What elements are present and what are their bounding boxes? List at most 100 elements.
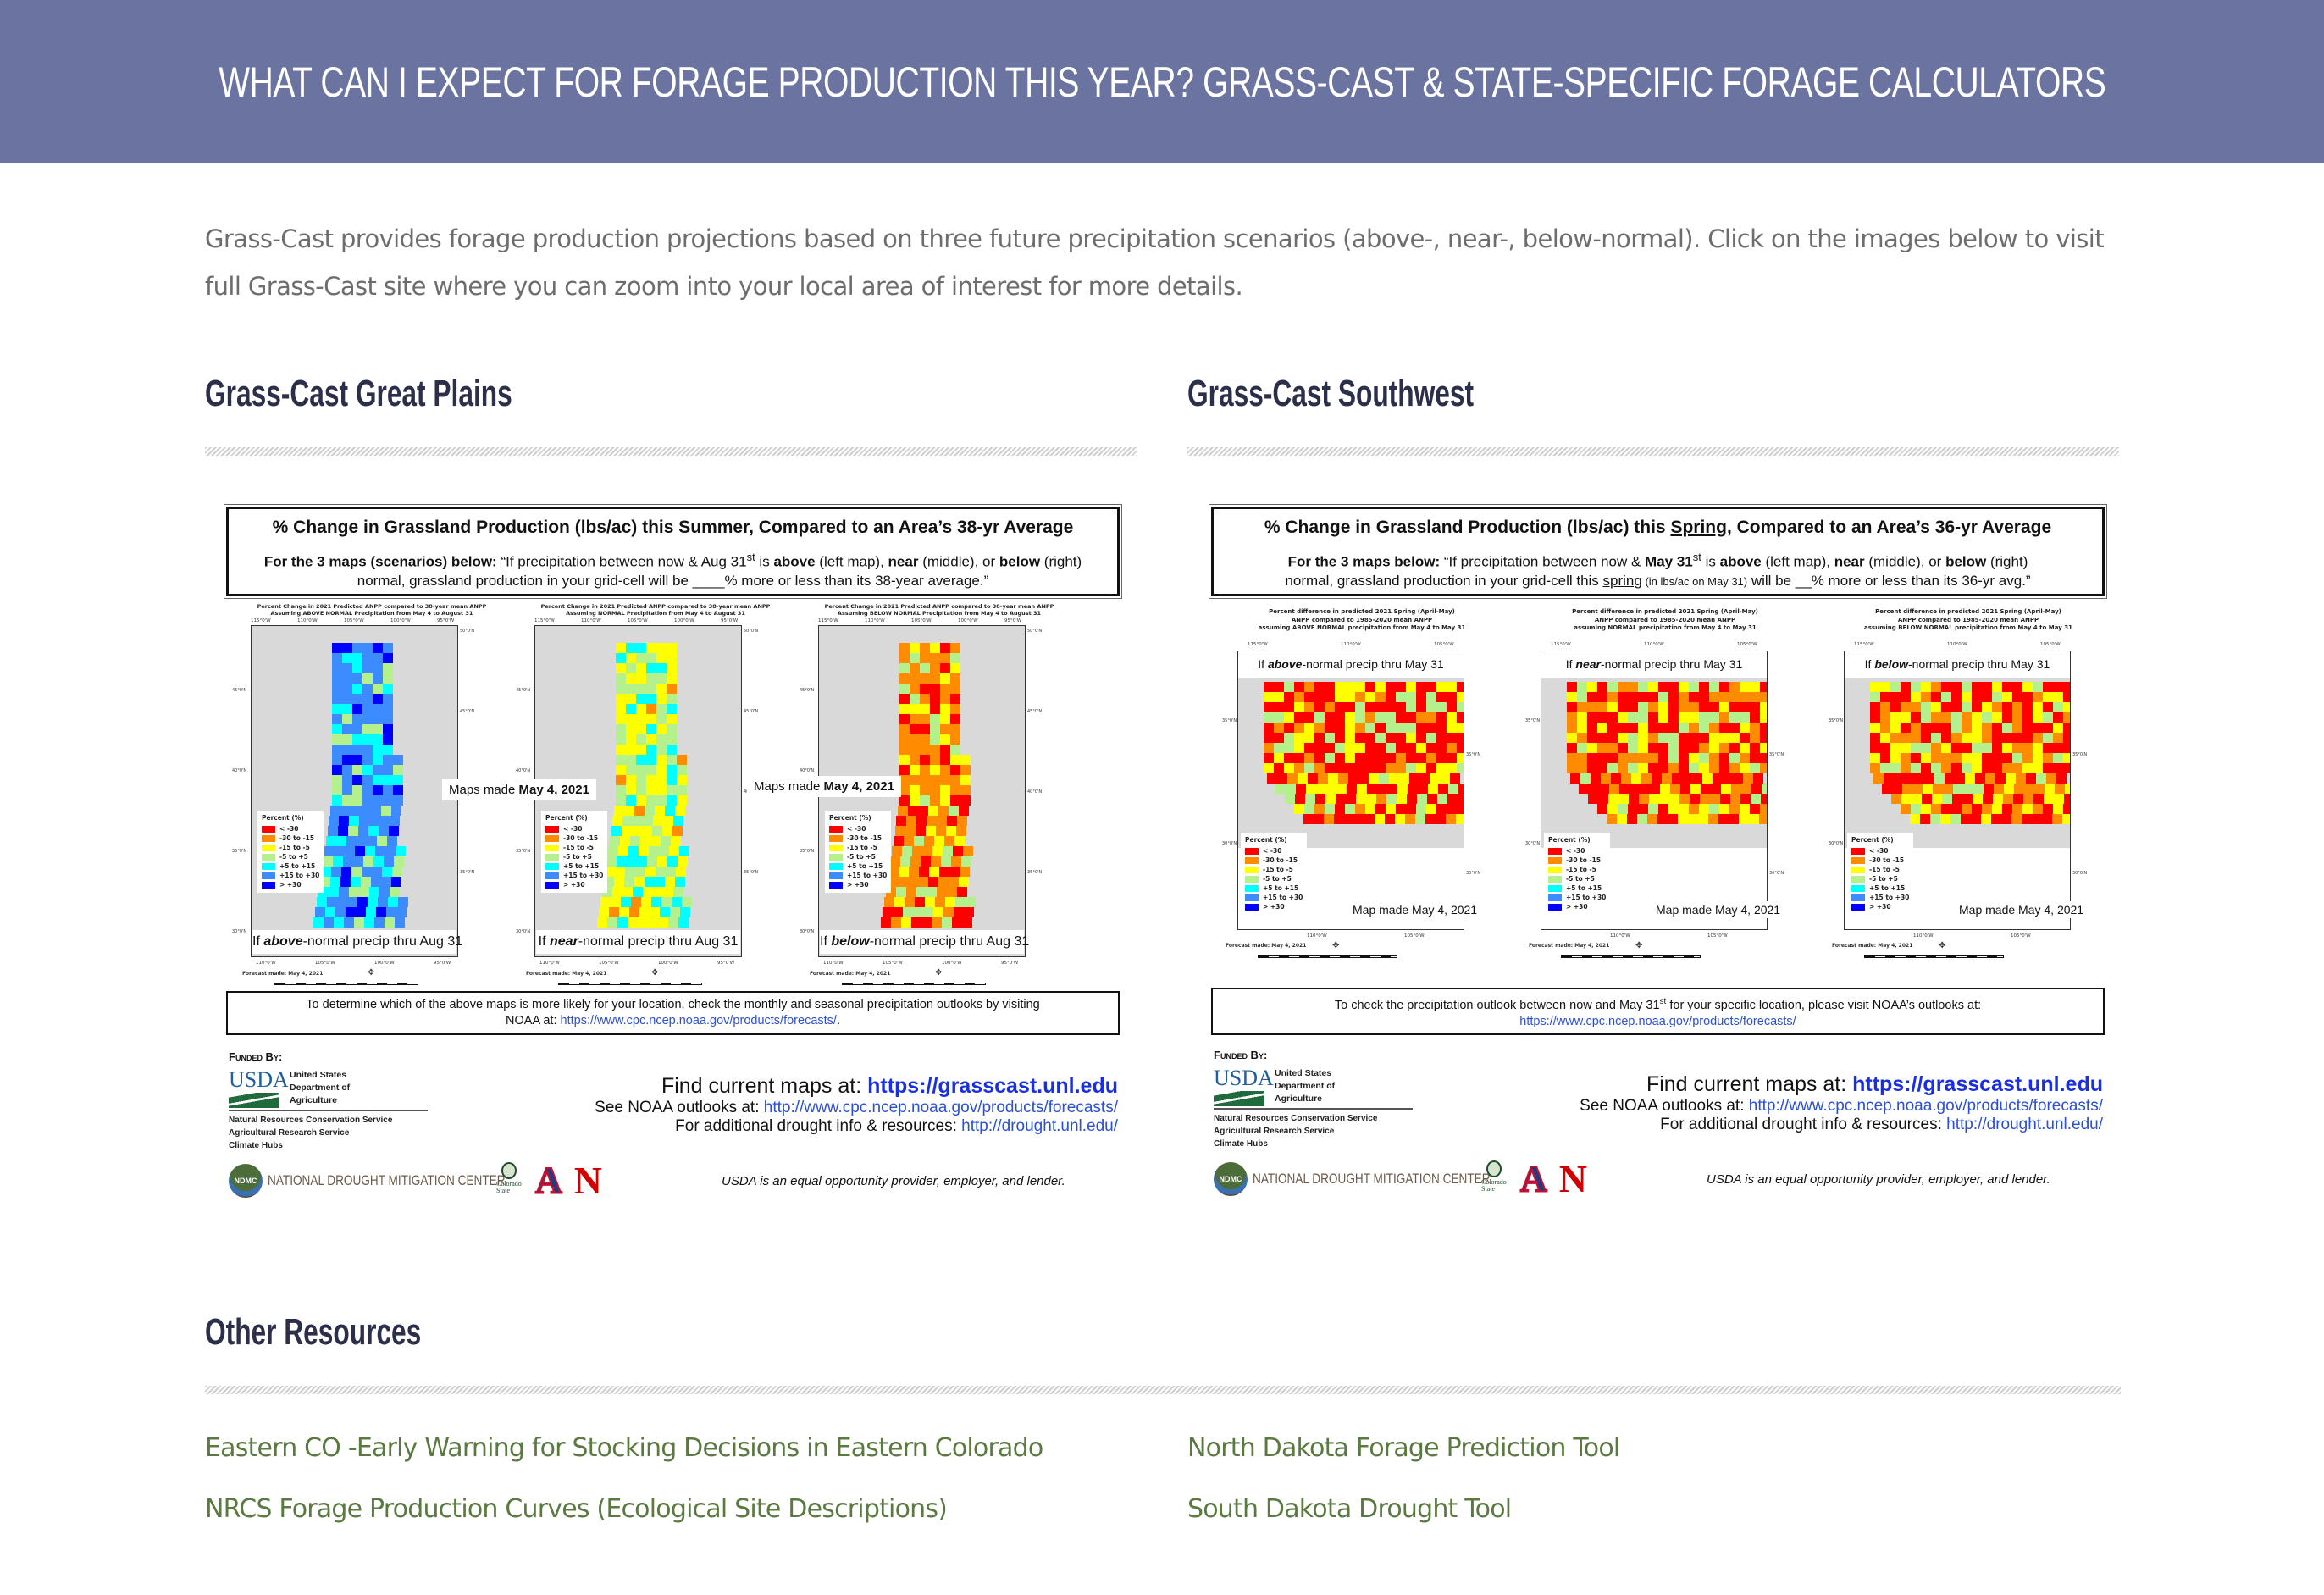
map-cell bbox=[1618, 743, 1628, 753]
map-caption: Percent Change in 2021 Predicted ANPP co… bbox=[540, 603, 771, 617]
map-cell bbox=[2063, 682, 2070, 692]
map-cell bbox=[1762, 784, 1767, 794]
map-cell bbox=[920, 724, 930, 734]
map-cell bbox=[620, 836, 630, 846]
map-cell bbox=[2034, 794, 2044, 804]
scale-bar bbox=[842, 983, 986, 985]
map-cell bbox=[899, 673, 910, 684]
legend-label: < -30 bbox=[1566, 847, 1585, 855]
map-cell bbox=[1355, 743, 1365, 753]
map-cell bbox=[1375, 702, 1386, 712]
map-cell bbox=[921, 917, 932, 928]
legend-label: > +30 bbox=[563, 881, 585, 889]
usda-logo: USDA United States Department of Agricultu… bbox=[229, 1069, 428, 1152]
map-cell bbox=[1345, 763, 1355, 773]
map-legend: Percent (%) < -30 -30 to -15 -15 to -5 -5 to… bbox=[257, 811, 324, 893]
map-cell bbox=[1416, 723, 1426, 733]
map-cell bbox=[356, 907, 366, 917]
map-cell bbox=[1941, 733, 1951, 743]
grasscast-great-plains-image-link[interactable]: % Change in Grassland Production (lbs/ac… bbox=[222, 500, 1128, 1211]
legend-item: +5 to +15 bbox=[829, 861, 887, 871]
lat-tick: 40°0'N bbox=[232, 768, 247, 773]
legend-item: < -30 bbox=[545, 824, 603, 833]
map-cell bbox=[1628, 804, 1638, 814]
legend-title: Percent (%) bbox=[829, 814, 872, 822]
legend-label: > +30 bbox=[1869, 903, 1891, 911]
map-cell bbox=[1386, 712, 1396, 723]
map-cell bbox=[1719, 753, 1729, 763]
map-cell bbox=[1450, 773, 1460, 784]
link-nrcs-forage-curves[interactable]: NRCS Forage Production Curves (Ecologica… bbox=[205, 1494, 948, 1524]
map-cell bbox=[1447, 723, 1457, 733]
compass-icon: ✥ bbox=[1635, 941, 1643, 950]
map-cell bbox=[1668, 723, 1679, 733]
grasscast-southwest-image-link[interactable]: % Change in Grassland Production (lbs/ac… bbox=[1207, 500, 2113, 1211]
map-cell bbox=[2034, 784, 2045, 794]
map-cell bbox=[622, 887, 633, 897]
map-cell bbox=[1973, 794, 1983, 804]
map-cell bbox=[1880, 702, 1890, 712]
lat-tick: 30°0'N bbox=[1829, 841, 1844, 846]
map-cell bbox=[1992, 733, 2002, 743]
map-cell bbox=[387, 836, 397, 846]
map-cell bbox=[361, 806, 371, 816]
map-cell bbox=[349, 887, 359, 897]
map-cell bbox=[627, 856, 637, 867]
map-cell bbox=[1760, 753, 1767, 763]
map-cell bbox=[960, 867, 970, 877]
map-cell bbox=[940, 755, 950, 765]
map-cell bbox=[1267, 773, 1277, 784]
map-cell bbox=[1396, 682, 1406, 692]
map-cell bbox=[1599, 784, 1609, 794]
legend-label: +15 to +30 bbox=[1869, 894, 1910, 901]
legend-item: +5 to +15 bbox=[545, 861, 603, 871]
link-north-dakota-forage-tool[interactable]: North Dakota Forage Prediction Tool bbox=[1187, 1433, 1620, 1463]
map-cell bbox=[1720, 794, 1730, 804]
map-cell bbox=[1418, 784, 1428, 794]
map-cell bbox=[1354, 814, 1364, 824]
map-cell bbox=[1638, 712, 1648, 723]
map-cell bbox=[1284, 763, 1294, 773]
map-cell bbox=[1638, 733, 1648, 743]
map-cell bbox=[1587, 712, 1597, 723]
legend-item: < -30 bbox=[1548, 846, 1606, 856]
legend-label: +5 to +15 bbox=[847, 862, 883, 870]
map-cell bbox=[1658, 723, 1668, 733]
map-cell bbox=[1911, 682, 1921, 692]
scenario-map-above: Percent difference in predicted 2021 Spr… bbox=[1222, 608, 1502, 981]
map-cell bbox=[1679, 692, 1689, 702]
map-cell bbox=[1901, 743, 1911, 753]
map-cell bbox=[1699, 692, 1709, 702]
map-cell bbox=[646, 704, 656, 714]
map-cell bbox=[1597, 712, 1607, 723]
map-cell bbox=[608, 846, 618, 856]
map-cell bbox=[667, 714, 677, 724]
map-cell bbox=[1325, 692, 1335, 702]
map-legend: Percent (%) < -30 -30 to -15 -15 to -5 -5 to… bbox=[541, 811, 608, 893]
map-cell bbox=[342, 724, 352, 734]
map-cell bbox=[1870, 702, 1880, 712]
link-eastern-co-early-warning[interactable]: Eastern CO -Early Warning for Stocking D… bbox=[205, 1433, 1043, 1463]
map-cell bbox=[1995, 773, 2006, 784]
map-cell bbox=[329, 887, 339, 897]
map-cell bbox=[628, 846, 639, 856]
map-cell bbox=[950, 795, 960, 806]
map-cell bbox=[1386, 763, 1396, 773]
map-cell bbox=[373, 734, 383, 745]
map-cell bbox=[342, 785, 352, 795]
map-cell bbox=[1274, 743, 1284, 753]
map-cell bbox=[1702, 773, 1713, 784]
map-cell bbox=[892, 846, 902, 856]
map-cell bbox=[389, 826, 399, 836]
map-cell bbox=[2012, 692, 2022, 702]
map-cell bbox=[1345, 733, 1355, 743]
map-cell bbox=[899, 653, 910, 663]
map-cell bbox=[2053, 753, 2063, 763]
map-cell bbox=[600, 897, 611, 907]
map-cell bbox=[352, 673, 362, 684]
map-cell bbox=[2022, 692, 2033, 702]
map-cell bbox=[1690, 784, 1701, 794]
link-south-dakota-drought-tool[interactable]: South Dakota Drought Tool bbox=[1187, 1494, 1512, 1524]
map-cell bbox=[1890, 743, 1901, 753]
map-cell bbox=[1668, 743, 1679, 753]
